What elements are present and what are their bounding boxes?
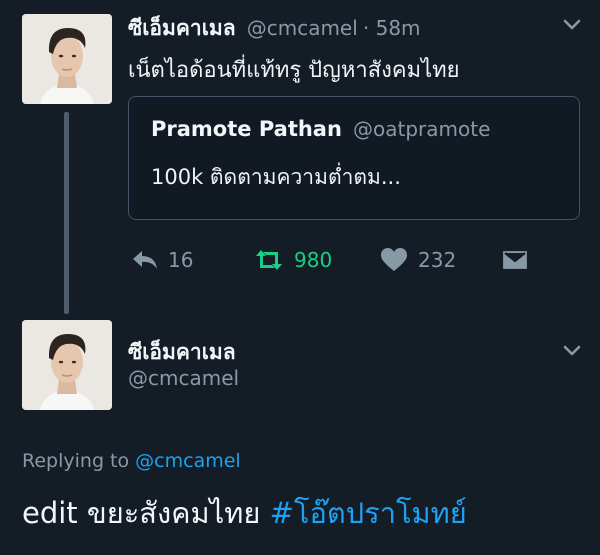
user-handle[interactable]: @cmcamel (247, 16, 358, 40)
avatar[interactable] (22, 14, 112, 104)
quoted-text: 100k ติดตามความต่ำตม... (151, 165, 401, 189)
replying-to-handle[interactable]: @cmcamel (135, 450, 241, 472)
direct-message-button[interactable] (500, 247, 530, 273)
quoted-header: Pramote Pathan @oatpramote (151, 117, 490, 141)
replying-to: Replying to @cmcamel (22, 450, 241, 472)
direct-message-icon (500, 247, 530, 273)
tweet-header: ซีเอ็มคาเมล @cmcamel · 58m (128, 12, 421, 45)
reply-text: edit ขยะสังคมไทย (22, 496, 261, 530)
reply-text-line: edit ขยะสังคมไทย #โอ๊ตปราโมทย์ (22, 490, 467, 536)
avatar[interactable] (22, 320, 112, 410)
like-button[interactable]: 232 (380, 247, 500, 273)
chevron-down-icon[interactable] (562, 16, 582, 37)
reply-count: 16 (168, 248, 194, 272)
thread-line (64, 112, 69, 314)
reply-button[interactable]: 16 (130, 247, 252, 273)
like-count: 232 (418, 248, 457, 272)
timestamp[interactable]: · 58m (363, 16, 421, 40)
replying-to-label: Replying to (22, 450, 130, 472)
reply-display-name[interactable]: ซีเอ็มคาเมล (128, 336, 236, 369)
like-icon (380, 247, 410, 273)
display-name[interactable]: ซีเอ็มคาเมล (128, 16, 236, 40)
reply-user-handle[interactable]: @cmcamel (128, 366, 239, 390)
retweet-icon (252, 247, 286, 273)
tweet-text: เน็ตไอด้อนที่แท้ทรู ปัญหาสังคมไทย (128, 58, 460, 83)
quoted-display-name: Pramote Pathan (151, 117, 342, 141)
tweet-actions: 16 980 232 (130, 240, 530, 280)
quoted-tweet[interactable]: Pramote Pathan @oatpramote 100k ติดตามคว… (128, 96, 580, 220)
hashtag-link[interactable]: #โอ๊ตปราโมทย์ (270, 496, 467, 530)
reply-icon (130, 247, 160, 273)
quoted-handle: @oatpramote (353, 117, 491, 141)
retweet-count: 980 (294, 248, 333, 272)
retweet-button[interactable]: 980 (252, 247, 380, 273)
chevron-down-icon[interactable] (562, 342, 582, 363)
